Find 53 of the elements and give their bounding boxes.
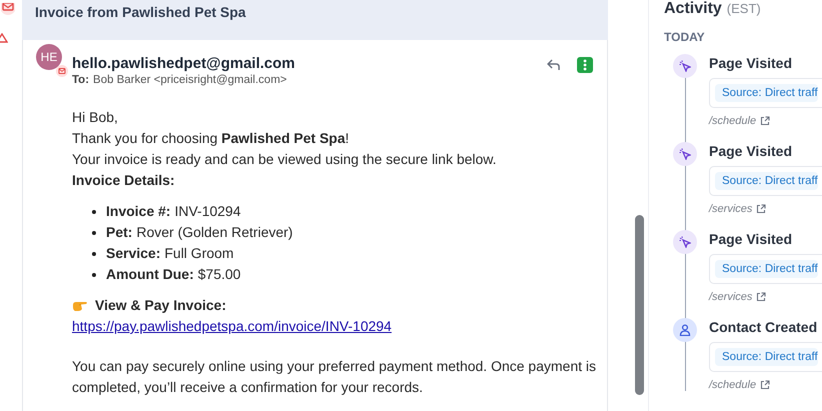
detail-label: Amount Due: xyxy=(106,265,194,284)
body-text: Your invoice is ready and can be viewed using the secure link below. xyxy=(72,150,498,169)
cta-label: View & Pay Invoice: xyxy=(95,296,226,315)
detail-label: Pet: xyxy=(106,223,132,242)
cursor-click-icon xyxy=(679,60,691,72)
bullet-icon xyxy=(92,272,96,276)
event-title: Contact Created xyxy=(709,318,818,336)
source-tag: Source: Direct traff xyxy=(715,84,818,102)
cursor-click-icon xyxy=(679,148,691,160)
external-link-icon[interactable] xyxy=(756,204,766,214)
pointing-hand-icon xyxy=(72,300,88,312)
sender-email: hello.pawlishedpet@gmail.com xyxy=(72,55,296,72)
warning-icon[interactable] xyxy=(0,33,8,43)
external-link-icon[interactable] xyxy=(760,116,770,126)
page-path-link[interactable]: /services xyxy=(709,203,752,215)
reply-icon[interactable] xyxy=(547,59,561,71)
external-link-icon[interactable] xyxy=(760,380,770,390)
detail-value: Full Groom xyxy=(164,244,234,263)
body-text: Thank you for choosing Pawlished Pet Spa! xyxy=(72,129,350,148)
source-tag: Source: Direct traff xyxy=(715,348,818,366)
invoice-link[interactable]: https://pay.pawlishedpetspa.com/invoice/INV-10294 xyxy=(72,316,607,337)
cursor-click-icon xyxy=(679,236,691,248)
mail-icon xyxy=(56,65,68,77)
event-title: Page Visited xyxy=(709,54,794,72)
detail-label: Service: xyxy=(106,244,160,263)
details-heading: Invoice Details: xyxy=(72,171,176,190)
page-path-link[interactable]: /schedule xyxy=(709,115,756,127)
bullet-icon xyxy=(92,210,96,214)
page-path-link[interactable]: /schedule xyxy=(709,379,756,391)
event-title: Page Visited xyxy=(709,142,794,160)
event-title: Page Visited xyxy=(709,230,794,248)
page-path-link[interactable]: /services xyxy=(709,291,752,303)
detail-value: $75.00 xyxy=(198,265,241,284)
detail-value: Rover (Golden Retriever) xyxy=(136,223,293,242)
date-group-label: TODAY xyxy=(664,30,706,44)
bullet-icon xyxy=(92,230,96,234)
source-tag: Source: Direct traff xyxy=(715,260,818,278)
to-label: To: xyxy=(72,74,90,86)
closing-text: You can pay securely online using your preferred payment method. Once payment is completed, you’ll receive a confirmation for your records. xyxy=(72,357,598,397)
external-link-icon[interactable] xyxy=(756,292,766,302)
recipient: Bob Barker <priceisright@gmail.com> xyxy=(93,74,287,86)
scrollbar-thumb[interactable] xyxy=(635,215,644,395)
activity-title: Activity xyxy=(664,0,722,17)
more-menu-icon[interactable] xyxy=(577,57,593,73)
timezone-label: (EST) xyxy=(726,1,761,16)
bullet-icon xyxy=(92,252,96,256)
detail-label: Invoice #: xyxy=(106,202,171,221)
email-subject: Invoice from Pawlished Pet Spa xyxy=(35,4,246,20)
source-tag: Source: Direct traff xyxy=(715,172,818,190)
person-icon xyxy=(679,324,691,336)
greeting-text: Hi Bob, xyxy=(72,108,119,127)
detail-value: INV-10294 xyxy=(174,202,241,221)
mail-icon[interactable] xyxy=(1,3,15,15)
